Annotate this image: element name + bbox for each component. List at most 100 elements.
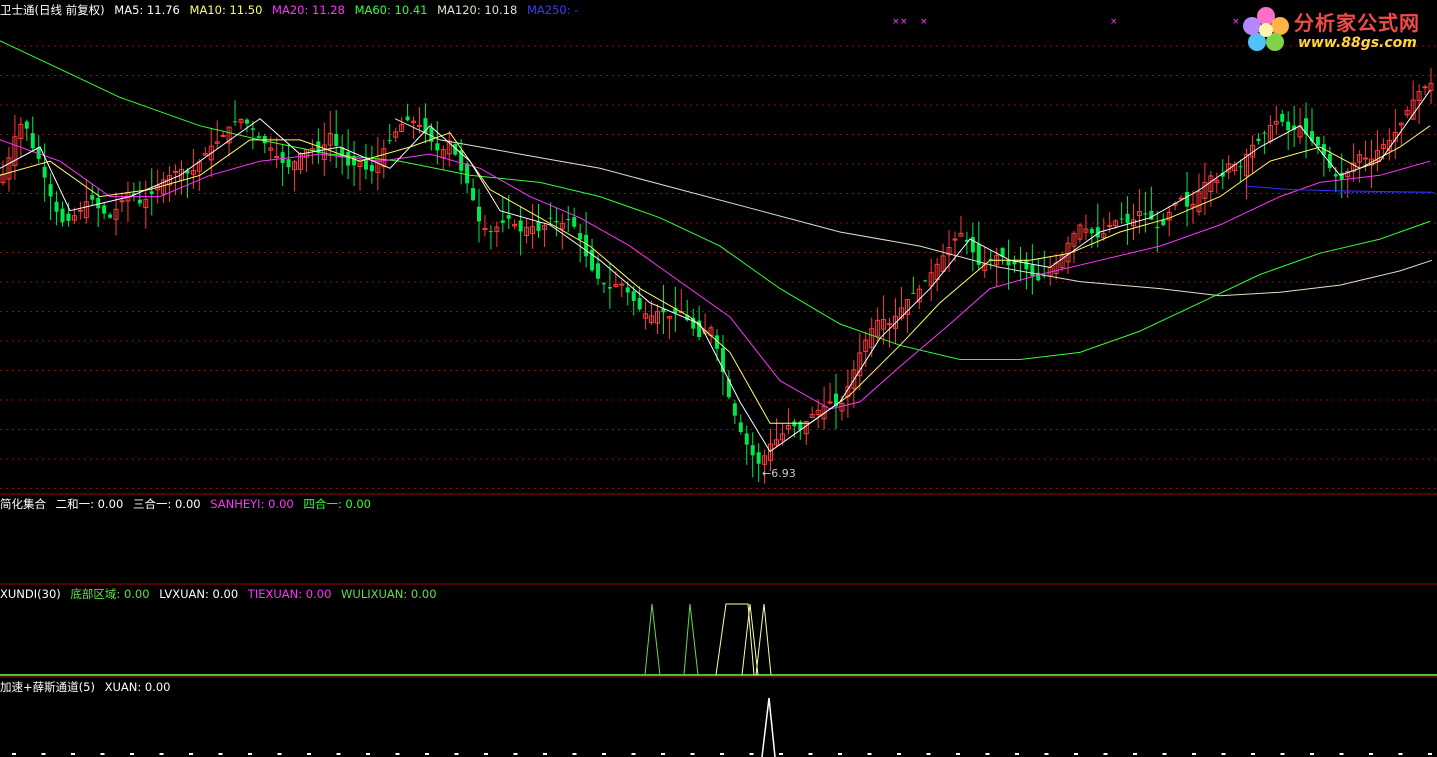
ma10-line: [0, 125, 1431, 424]
candle-body-down: [96, 197, 101, 209]
candle-body-down: [732, 403, 737, 416]
candle-body-down: [387, 140, 392, 142]
ma120-label: MA120: 10.18: [437, 3, 518, 17]
candle-body-down: [149, 191, 154, 195]
candle-body-up: [274, 155, 280, 158]
candle-body-down: [363, 160, 368, 170]
candle-body-up: [173, 170, 179, 173]
panel2-b: 三合一: 0.00: [132, 497, 201, 511]
candle-body-down: [566, 219, 571, 221]
candle-body-down: [1030, 264, 1035, 277]
candle-body-down: [488, 231, 493, 233]
candle-body-down: [1315, 136, 1320, 146]
candle-body-down: [988, 258, 993, 260]
candle-body-up: [220, 134, 226, 137]
candle-body-down: [54, 201, 59, 212]
candle-body-down: [471, 188, 476, 201]
xundi-signal: [741, 603, 759, 676]
candle-body-down: [1006, 260, 1011, 266]
panel3-b: LVXUAN: 0.00: [159, 587, 239, 601]
ma250-line: [1244, 185, 1433, 193]
candle-body-down: [60, 208, 65, 223]
signal-marker: ×: [920, 17, 928, 27]
candle-body-down: [631, 291, 636, 301]
candle-body-down: [66, 213, 71, 221]
candle-body-down: [1262, 132, 1267, 134]
candle-body-down: [500, 220, 505, 223]
candle-body-down: [548, 217, 553, 219]
candle-body-up: [952, 238, 958, 241]
candle-body-down: [596, 263, 600, 279]
candle-body-up: [417, 124, 422, 127]
candle-body-down: [518, 220, 523, 232]
logo-url: www.88gs.com: [1298, 35, 1417, 51]
candle-body-down: [923, 280, 928, 282]
candle-body-down: [42, 166, 47, 178]
ma20-label: MA20: 11.28: [272, 3, 345, 17]
candle-body-down: [250, 128, 255, 130]
panel4-legend: 加速+薛斯通道(5) XUAN: 0.00: [0, 680, 177, 694]
candle-body-down: [554, 220, 559, 223]
candle-body-down: [465, 163, 470, 184]
candle-body-down: [911, 292, 916, 294]
candle-body-down: [637, 298, 642, 310]
candle-body-down: [334, 134, 339, 147]
candle-body-down: [1256, 138, 1261, 142]
xundi-signal: [644, 603, 661, 676]
candle-body-down: [30, 133, 35, 149]
ma60-label: MA60: 10.41: [354, 3, 428, 17]
candle-body-up: [1422, 86, 1428, 89]
xuan-signal: [761, 697, 776, 757]
candle-body-down: [1143, 213, 1148, 215]
candle-body-down: [601, 283, 606, 285]
candle-body-down: [286, 159, 291, 168]
candle-body-up: [887, 323, 893, 326]
candle-body-down: [1155, 226, 1160, 229]
signal-marker: ×: [1110, 17, 1118, 27]
xundi-signal: [683, 603, 699, 676]
panel2-legend: 简化集合 二和一: 0.00 三合一: 0.00 SANHEYI: 0.00 四…: [0, 497, 377, 511]
site-logo: 分析家公式网 www.88gs.com: [1238, 4, 1433, 56]
candle-body-down: [506, 215, 511, 219]
panel2-a: 二和一: 0.00: [55, 497, 124, 511]
candle-body-down: [590, 249, 595, 271]
candle-body-down: [24, 121, 29, 129]
stock-title: 卫士通(日线 前复权): [0, 3, 105, 17]
xundi-signal: [755, 603, 772, 676]
candle-body-down: [578, 232, 583, 240]
candle-body-down: [744, 433, 749, 445]
candle-body-up: [1363, 157, 1369, 160]
panel3-legend: XUNDI(30) 底部区域: 0.00 LVXUAN: 0.00 TIEXUA…: [0, 587, 443, 601]
candle-body-down: [1089, 228, 1094, 234]
candle-body-down: [369, 165, 374, 172]
panel4-title: 加速+薛斯通道(5): [0, 680, 95, 694]
panel3-title: XUNDI(30): [0, 587, 61, 601]
main-legend: 卫士通(日线 前复权) MA5: 11.76 MA10: 11.50 MA20:…: [0, 3, 584, 17]
candle-body-down: [1238, 166, 1243, 168]
candle-body-up: [119, 200, 125, 203]
candle-body-down: [726, 379, 731, 398]
candle-body-down: [750, 445, 755, 456]
candle-body-down: [756, 452, 761, 464]
candle-body-down: [536, 221, 541, 231]
panel2-title: 简化集合: [0, 497, 46, 511]
candle-body-down: [90, 195, 95, 200]
candle-body-down: [102, 205, 107, 214]
candle-body-down: [1333, 174, 1338, 177]
panel3-a: 底部区域: 0.00: [70, 587, 150, 601]
candle-body-down: [1310, 131, 1314, 142]
candle-body-down: [1286, 121, 1291, 131]
candle-body-down: [584, 234, 589, 257]
candle-body-down: [607, 287, 612, 289]
stock-chart[interactable]: × × × × ×: [0, 0, 1437, 757]
candle-body-down: [625, 287, 630, 293]
candle-body-down: [1119, 218, 1124, 220]
candle-body-down: [48, 184, 53, 197]
candle-body-down: [477, 206, 481, 222]
candle-body-down: [1024, 259, 1029, 270]
candle-body-up: [827, 401, 833, 404]
candle-body-down: [572, 217, 577, 227]
candle-body-down: [1185, 191, 1190, 207]
panel3-c: TIEXUAN: 0.00: [247, 587, 332, 601]
candle-body-down: [346, 151, 351, 166]
